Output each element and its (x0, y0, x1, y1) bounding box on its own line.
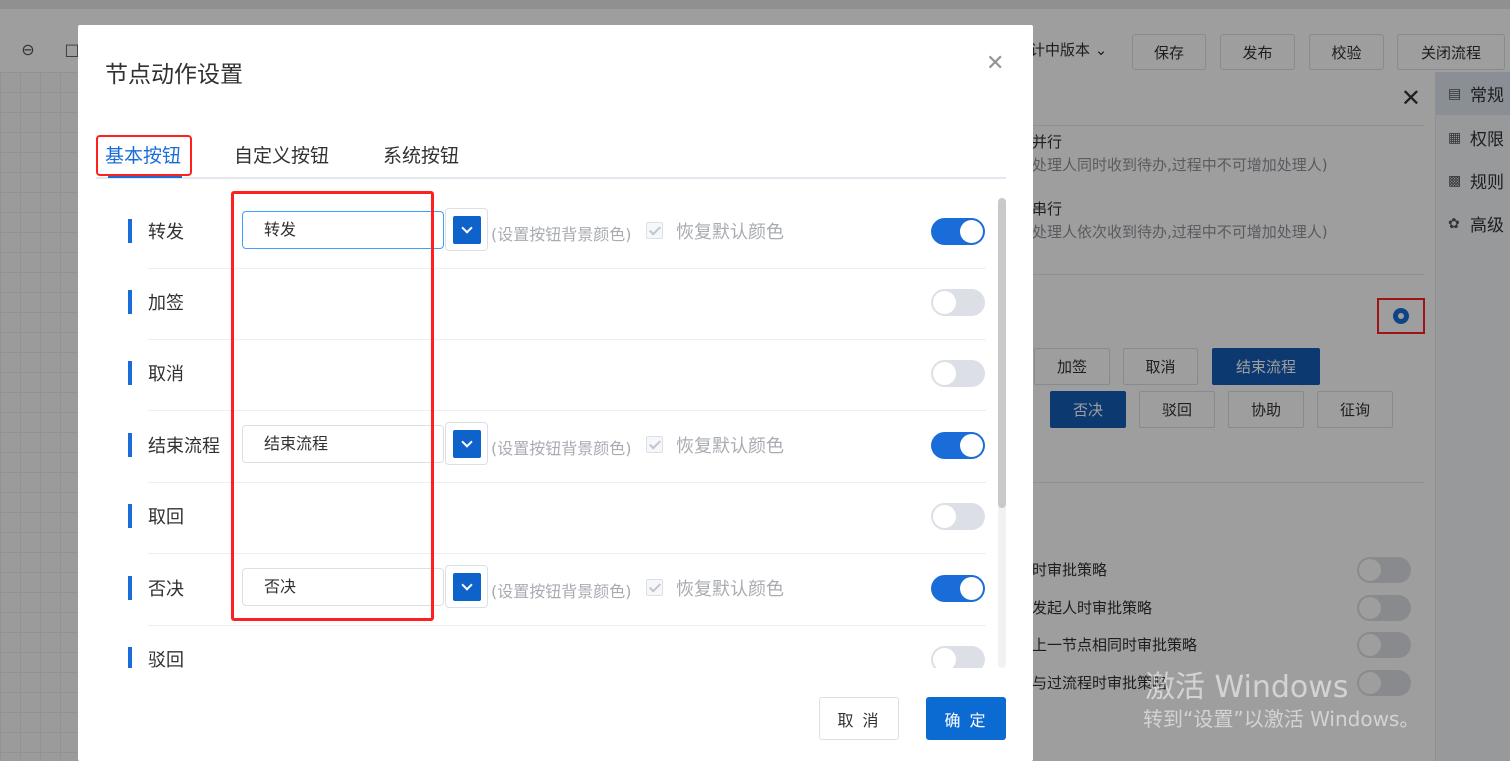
color-hint: (设置按钮背景颜色) (491, 225, 632, 244)
reset-color-label: 恢复默认颜色 (676, 222, 784, 243)
color-picker[interactable] (445, 422, 488, 465)
color-picker[interactable] (445, 565, 488, 608)
color-hint: (设置按钮背景颜色) (491, 439, 632, 458)
annotation-highlight-box (96, 135, 192, 176)
activation-watermark: 激活 Windows (1145, 670, 1349, 705)
row-label: 驳回 (148, 650, 184, 668)
enable-switch[interactable] (931, 289, 985, 316)
close-icon[interactable]: ✕ (986, 53, 1004, 75)
enable-switch[interactable] (931, 360, 985, 387)
dialog-tabs: 基本按钮 自定义按钮 系统按钮 (96, 135, 1006, 179)
row-label: 转发 (148, 222, 184, 243)
enable-switch[interactable] (931, 503, 985, 530)
reset-color-checkbox[interactable] (646, 222, 663, 239)
dialog-title: 节点动作设置 (105, 62, 243, 88)
enable-switch[interactable] (931, 646, 985, 668)
confirm-button[interactable]: 确 定 (926, 697, 1006, 740)
node-action-settings-dialog: 节点动作设置 ✕ 基本按钮 自定义按钮 系统按钮 转发 转发 (设置按钮背景颜色… (78, 25, 1033, 761)
reset-color-label: 恢复默认颜色 (676, 436, 784, 457)
row-label: 取回 (148, 507, 184, 528)
reset-color-label: 恢复默认颜色 (676, 579, 784, 600)
reset-color-checkbox[interactable] (646, 436, 663, 453)
button-row-send-back: 驳回 (118, 626, 986, 668)
row-label: 加签 (148, 293, 184, 314)
color-hint: (设置按钮背景颜色) (491, 582, 632, 601)
reset-color-checkbox[interactable] (646, 579, 663, 596)
scrollbar-thumb[interactable] (998, 198, 1006, 508)
annotation-highlight-box (231, 191, 434, 621)
activation-watermark-subtext: 转到“设置”以激活 Windows。 (1143, 707, 1420, 731)
enable-switch[interactable] (931, 432, 985, 459)
row-label: 结束流程 (148, 436, 220, 457)
enable-switch[interactable] (931, 218, 985, 245)
chevron-down-icon (453, 430, 481, 458)
tab-custom-buttons[interactable]: 自定义按钮 (234, 141, 329, 168)
tab-system-buttons[interactable]: 系统按钮 (383, 141, 459, 168)
color-picker[interactable] (445, 208, 488, 251)
row-label: 否决 (148, 579, 184, 600)
cancel-button[interactable]: 取 消 (819, 697, 899, 740)
enable-switch[interactable] (931, 575, 985, 602)
row-label: 取消 (148, 364, 184, 385)
chevron-down-icon (453, 216, 481, 244)
list-scrollbar[interactable] (998, 198, 1006, 668)
chevron-down-icon (453, 573, 481, 601)
